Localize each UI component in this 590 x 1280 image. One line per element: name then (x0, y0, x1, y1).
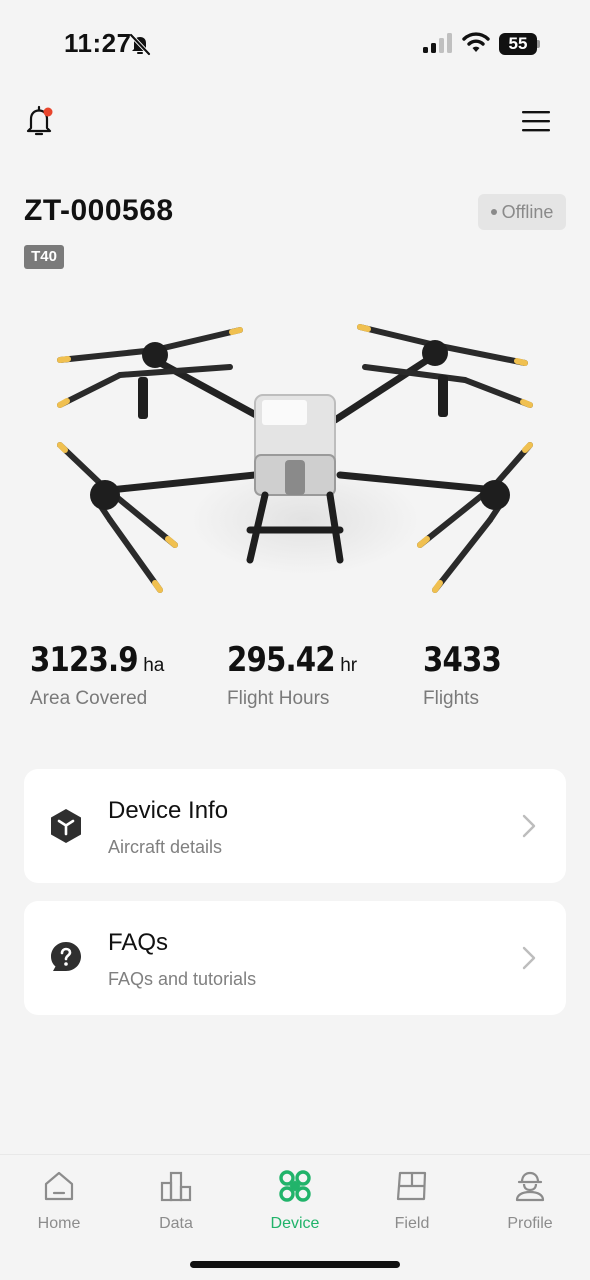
cube-icon (51, 809, 81, 843)
signal-icon (423, 33, 452, 53)
status-time: 11:27 (64, 28, 132, 58)
stat-label: Area Covered (30, 688, 148, 709)
drone-icon (279, 1170, 311, 1202)
tab-home[interactable]: Home (9, 1169, 109, 1233)
stat-value: 3123.9 (30, 640, 139, 680)
drone-image (57, 324, 533, 593)
stat-flights: 3433 Flights (423, 640, 502, 710)
stat-area-covered: 3123.9 ha Area Covered (30, 640, 164, 710)
question-icon (51, 942, 81, 971)
chevron-right-icon (522, 814, 536, 838)
faqs-card[interactable]: FAQs FAQs and tutorials (24, 901, 566, 1015)
bar-chart-icon (160, 1171, 192, 1202)
chevron-right-icon (522, 946, 536, 970)
stat-flight-hours: 295.42 hr Flight Hours (227, 640, 357, 710)
tab-profile[interactable]: Profile (480, 1169, 580, 1233)
menu-icon[interactable] (520, 108, 552, 134)
stat-value: 295.42 (227, 640, 336, 680)
battery-level: 55 (499, 33, 537, 55)
notification-dot (43, 107, 53, 117)
tab-label: Home (37, 1215, 81, 1232)
battery-icon: 55 (499, 33, 541, 55)
home-indicator[interactable] (190, 1261, 400, 1268)
stat-label: Flights (423, 688, 479, 709)
tab-label: Data (159, 1215, 193, 1232)
home-icon (44, 1171, 74, 1201)
bell-slash-icon (129, 33, 151, 56)
status-badge: Offline (478, 194, 566, 230)
card-subtitle: FAQs and tutorials (108, 969, 257, 989)
card-title: FAQs (108, 929, 169, 956)
tab-label: Field (394, 1215, 430, 1232)
tab-data[interactable]: Data (126, 1169, 226, 1233)
card-subtitle: Aircraft details (108, 837, 223, 857)
device-info-card[interactable]: Device Info Aircraft details (24, 769, 566, 883)
tab-label: Profile (507, 1215, 553, 1232)
profile-icon (515, 1171, 545, 1202)
field-icon (396, 1171, 427, 1201)
stat-label: Flight Hours (227, 688, 330, 709)
model-tag: T40 (24, 245, 64, 269)
wifi-icon (462, 32, 490, 52)
stat-unit: hr (340, 655, 358, 676)
stat-value: 3433 (423, 640, 502, 680)
status-text: Offline (501, 202, 554, 222)
status-bar: 11:27 55 (0, 0, 590, 88)
tab-device[interactable]: Device (245, 1169, 345, 1233)
stat-unit: ha (143, 655, 165, 676)
tab-field[interactable]: Field (362, 1169, 462, 1233)
card-title: Device Info (108, 797, 229, 824)
device-name: ZT-000568 (24, 194, 174, 227)
tab-label: Device (270, 1215, 320, 1232)
notification-bell-icon[interactable] (24, 104, 56, 138)
